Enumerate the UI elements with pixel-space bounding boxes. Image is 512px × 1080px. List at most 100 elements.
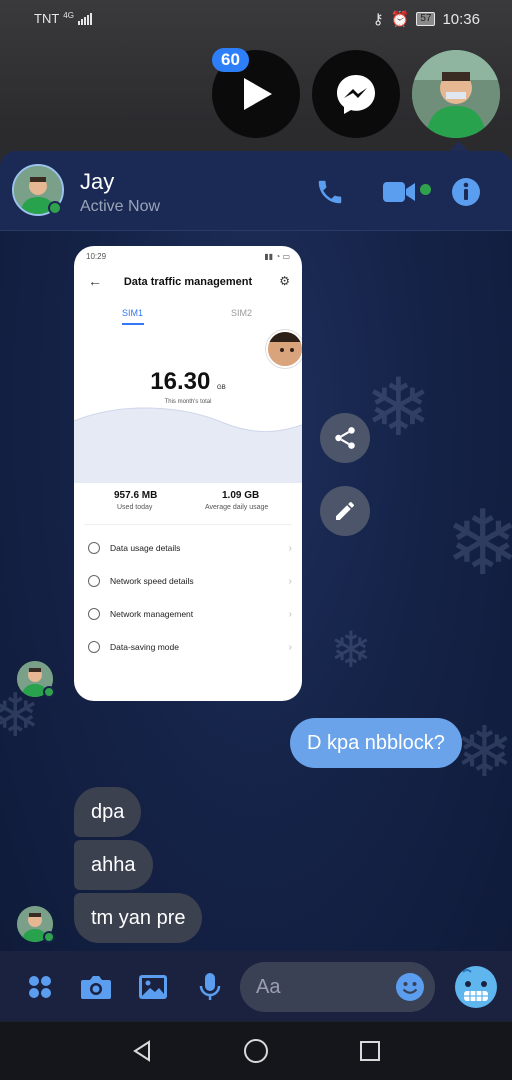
status-left: TNT 4G — [34, 11, 92, 26]
floating-avatar — [266, 330, 302, 368]
clock: 10:36 — [442, 10, 480, 28]
speed-icon — [88, 575, 100, 587]
battery-icon: 57 — [416, 12, 436, 26]
composer — [0, 951, 512, 1021]
edit-button[interactable] — [320, 486, 370, 536]
data-total-unit: GB — [217, 385, 226, 391]
info-button[interactable] — [449, 175, 483, 209]
tab-sim2: SIM2 — [231, 308, 253, 318]
wifi-icon — [88, 608, 100, 620]
usage-wave — [74, 407, 302, 483]
carrier-label: TNT — [34, 11, 60, 26]
snowflake-decoration: ❄ — [330, 622, 372, 678]
shared-image-title: Data traffic management — [123, 276, 253, 288]
incoming-message[interactable]: dpa — [74, 787, 142, 837]
avg-daily-label: Average daily usage — [205, 504, 269, 511]
chat-heads: 60 — [212, 48, 502, 140]
smiley-icon — [396, 973, 424, 1001]
info-icon — [452, 178, 480, 206]
video-online-dot — [420, 184, 431, 195]
network-type: 4G — [63, 11, 74, 20]
data-total: 16.30 GB — [74, 368, 302, 396]
play-icon — [244, 78, 272, 110]
contact-status: Active Now — [80, 198, 161, 215]
image-icon — [139, 975, 167, 999]
chat-header: Jay Active Now — [0, 151, 512, 231]
online-indicator — [43, 931, 55, 943]
microphone-icon — [199, 973, 221, 1000]
system-nav-bar — [0, 1022, 512, 1080]
menu-row-network-speed: Network speed details › — [88, 575, 292, 587]
contact-chat-head[interactable] — [412, 50, 500, 138]
shared-image-time: 10:29 — [86, 252, 107, 261]
snowflake-decoration: ❄ — [365, 363, 433, 452]
video-camera-icon — [383, 182, 415, 202]
pencil-icon — [336, 502, 354, 520]
drop-icon — [88, 542, 100, 554]
child-photo — [268, 332, 302, 366]
tab-indicator — [122, 323, 144, 325]
gallery-button[interactable] — [135, 969, 171, 1005]
menu-label: Network speed details — [110, 576, 194, 586]
video-call-button[interactable] — [380, 175, 420, 209]
grid-dots-icon — [29, 976, 51, 998]
voice-call-button[interactable] — [313, 175, 347, 209]
nav-recents-button[interactable] — [355, 1036, 385, 1066]
data-total-value: 16.30 — [150, 368, 211, 395]
share-icon — [335, 427, 355, 449]
emoji-button[interactable] — [395, 972, 425, 1002]
message-input-wrapper — [240, 962, 435, 1012]
status-bar: TNT 4G ⚷ ⏰ 57 10:36 — [0, 0, 512, 40]
incoming-message[interactable]: tm yan pre — [74, 893, 203, 943]
status-right: ⚷ ⏰ 57 10:36 — [372, 10, 480, 29]
more-actions-button[interactable] — [22, 969, 58, 1005]
shared-image-status-icons: ▮▮ ◔ ▭ — [264, 252, 290, 261]
menu-label: Network management — [110, 609, 194, 619]
data-saving-icon — [88, 641, 100, 653]
back-triangle-icon — [133, 1040, 150, 1062]
camera-icon — [81, 976, 111, 999]
incoming-message[interactable]: ahha — [74, 840, 153, 890]
message-input[interactable] — [256, 973, 386, 1001]
gear-icon: ⚙ — [279, 274, 290, 288]
chevron-right-icon: › — [288, 608, 292, 620]
messenger-chat-head[interactable] — [312, 50, 400, 138]
menu-label: Data-saving mode — [110, 642, 179, 652]
online-indicator — [48, 201, 62, 215]
signal-icon — [77, 12, 92, 25]
tab-sim1: SIM1 — [122, 308, 144, 318]
chat-panel: ❄ ❄ ❄ ❄ ❄ Jay Active Now 10:29 ▮▮ ◔ ▭ ← … — [0, 151, 512, 1021]
recents-square-icon — [360, 1041, 380, 1061]
menu-label: Data usage details — [110, 543, 181, 553]
camera-button[interactable] — [78, 969, 114, 1005]
online-indicator — [43, 686, 55, 698]
key-icon: ⚷ — [372, 11, 384, 28]
avg-daily-value: 1.09 GB — [222, 490, 260, 501]
used-today-label: Used today — [117, 504, 153, 511]
contact-name: Jay — [80, 169, 115, 194]
voice-message-button[interactable] — [192, 969, 228, 1005]
chevron-right-icon: › — [288, 542, 292, 554]
snowflake-decoration: ❄ — [455, 713, 512, 791]
phone-icon — [318, 180, 342, 204]
menu-row-data-saving: Data-saving mode › — [88, 641, 292, 653]
used-today-value: 957.6 MB — [114, 490, 158, 501]
snowflake-decoration: ❄ — [445, 494, 512, 594]
nav-home-button[interactable] — [241, 1036, 271, 1066]
home-circle-icon — [244, 1039, 268, 1063]
divider — [84, 524, 292, 525]
share-button[interactable] — [320, 413, 370, 463]
menu-row-network-management: Network management › — [88, 608, 292, 620]
chevron-right-icon: › — [288, 575, 292, 587]
shared-image[interactable]: 10:29 ▮▮ ◔ ▭ ← Data traffic management ⚙… — [74, 246, 302, 701]
menu-row-data-usage: Data usage details › — [88, 542, 292, 554]
messenger-icon — [337, 75, 375, 114]
alarm-icon: ⏰ — [390, 11, 410, 28]
outgoing-message[interactable]: D kpa nbblock? — [290, 718, 462, 768]
chevron-right-icon: › — [288, 641, 292, 653]
contact-photo — [412, 50, 500, 138]
quick-reaction-button[interactable] — [452, 963, 500, 1011]
unread-badge: 60 — [212, 48, 249, 72]
nav-back-button[interactable] — [127, 1036, 157, 1066]
cold-face-emoji-icon — [455, 966, 497, 1008]
